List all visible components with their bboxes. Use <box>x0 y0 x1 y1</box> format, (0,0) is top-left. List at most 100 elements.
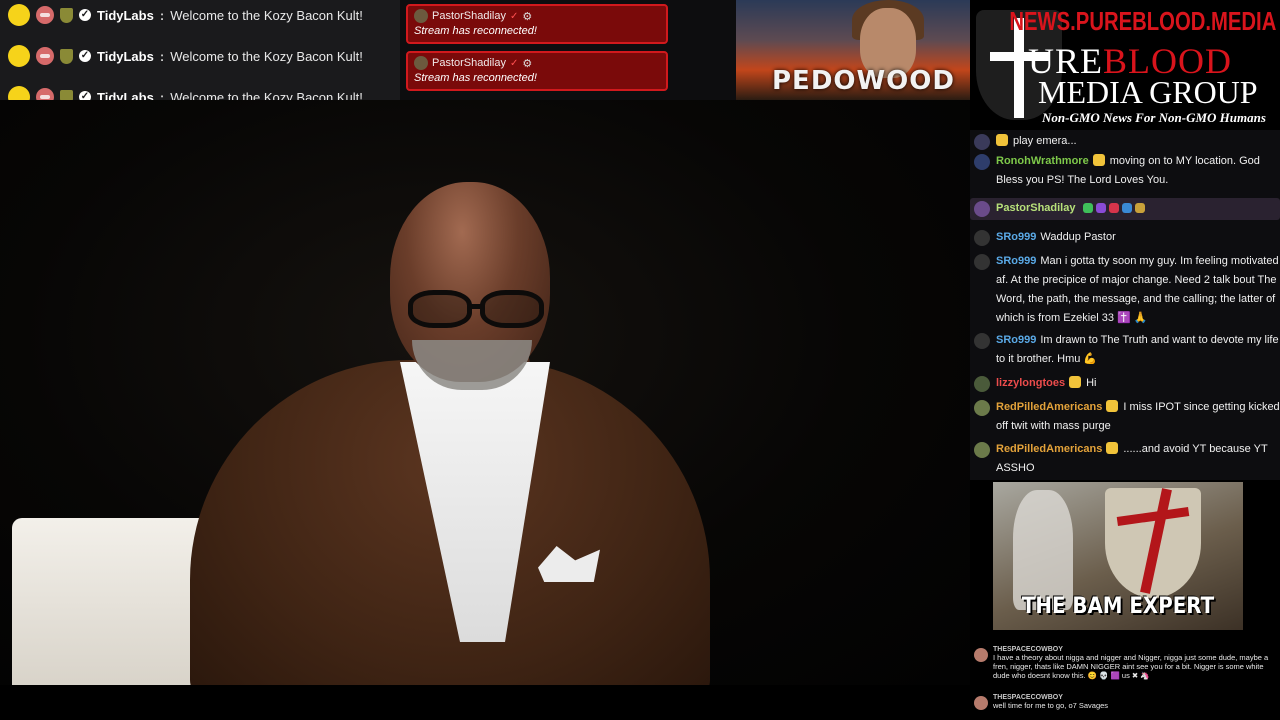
avatar <box>974 254 990 270</box>
chat-text: play emera... <box>1013 135 1077 147</box>
chat-text: Waddup Pastor <box>1040 231 1116 243</box>
reconnect-notice: PastorShadilay ✓ ⚙ Stream has reconnecte… <box>406 4 668 44</box>
glasses-lens <box>480 290 544 328</box>
avatar <box>974 648 988 662</box>
ticker-message: Welcome to the Kozy Bacon Kult! <box>170 89 363 101</box>
emoji-face-icon <box>8 86 30 100</box>
chat-text: Im drawn to The Truth and want to devote… <box>996 334 1279 365</box>
ticker-row: ✓ TidyLabs : Welcome to the Kozy Bacon K… <box>8 83 363 100</box>
logo-subtitle: MEDIA GROUP <box>1038 74 1258 110</box>
bottom-bar <box>0 685 970 720</box>
gear-icon: ⚙ <box>522 57 533 70</box>
verified-check-icon: ✓ <box>79 91 91 100</box>
avatar <box>974 400 990 416</box>
sub-badge-icon <box>996 134 1008 146</box>
notice-username: PastorShadilay <box>432 57 506 69</box>
chat-username[interactable]: SRo999 <box>996 334 1036 346</box>
crown-icon <box>1134 203 1145 213</box>
badge-icon <box>1121 203 1132 213</box>
chat-username[interactable]: SRo999 <box>996 255 1036 267</box>
chat-panel: play emera... RonohWrathmore moving on to… <box>970 130 1280 480</box>
avatar <box>974 376 990 392</box>
chat-message: RedPilledAmericans ......and avoid YT bec… <box>970 440 1280 478</box>
emoji-face-icon <box>8 4 30 26</box>
meme-image: THE BAM EXPERT <box>993 482 1243 630</box>
meme-caption: THE BAM EXPERT <box>1021 594 1215 619</box>
verified-badge: ✓ <box>510 57 519 69</box>
emoji-face-icon <box>8 45 30 67</box>
sub-badge-icon <box>1069 376 1082 388</box>
notice-username: PastorShadilay <box>432 10 506 22</box>
avatar <box>974 134 990 150</box>
shield-badge-icon <box>60 89 73 100</box>
chat-message: PastorShadilay <box>970 199 1280 218</box>
ticker-separator: : <box>159 89 165 101</box>
avatar <box>414 56 428 70</box>
ticker-username: TidyLabs <box>97 89 154 101</box>
chat-message: SRo999 Im drawn to The Truth and want to … <box>970 331 1280 369</box>
ticker-separator: : <box>159 7 165 23</box>
logo-url: NEWS.PUREBLOOD.MEDIA <box>1008 6 1276 36</box>
user-badges <box>1082 203 1145 213</box>
chat-message: RedPilledAmericans I miss IPOT since gett… <box>970 398 1280 436</box>
chat-message: SRo999 Man i gotta tty soon my guy. Im fe… <box>970 252 1280 328</box>
mini-chat: THESPACECOWBOY I have a theory about nig… <box>970 640 1280 720</box>
notice-message: Stream has reconnected! <box>414 25 537 37</box>
chat-username[interactable]: RedPilledAmericans <box>996 443 1102 455</box>
glasses-lens <box>408 290 472 328</box>
verified-badge: ✓ <box>510 10 519 22</box>
pureblood-logo: NEWS.PUREBLOOD.MEDIA UREBLOOD MEDIA GROU… <box>970 0 1280 130</box>
reconnect-notice: PastorShadilay ✓ ⚙ Stream has reconnecte… <box>406 51 668 91</box>
ticker-username: TidyLabs <box>97 7 154 23</box>
ticker-row: ✓ TidyLabs : Welcome to the Kozy Bacon K… <box>8 1 363 29</box>
logo-tagline: Non-GMO News For Non-GMO Humans <box>1042 110 1266 125</box>
verified-check-icon: ✓ <box>79 9 91 21</box>
chat-username[interactable]: SRo999 <box>996 231 1036 243</box>
ticker-row: ✓ TidyLabs : Welcome to the Kozy Bacon K… <box>8 42 363 70</box>
chat-username[interactable]: PastorShadilay <box>996 202 1075 214</box>
notice-message: Stream has reconnected! <box>414 72 537 84</box>
avatar <box>974 154 990 170</box>
avatar <box>974 201 990 217</box>
sub-badge-icon <box>1106 442 1119 454</box>
mouth-icon <box>36 6 54 24</box>
mini-chat-text: I have a theory about nigga and nigger a… <box>993 653 1269 680</box>
shield-badge-icon <box>60 48 73 64</box>
sub-badge-icon <box>1092 154 1105 166</box>
shield-badge-icon <box>60 7 73 23</box>
chat-text: Hi <box>1086 377 1097 389</box>
mini-chat-message: THESPACECOWBOY well time for me to go, o… <box>970 694 1280 710</box>
chat-username[interactable]: lizzylongtoes <box>996 377 1065 389</box>
ticker-separator: : <box>159 48 165 64</box>
glasses <box>398 290 548 330</box>
mini-chat-text: well time for me to go, o7 Savages <box>993 701 1109 710</box>
chat-username[interactable]: RedPilledAmericans <box>996 401 1102 413</box>
mini-chat-message: THESPACECOWBOY I have a theory about nig… <box>970 646 1280 680</box>
video-player[interactable] <box>0 100 970 685</box>
chat-message: SRo999 Waddup Pastor <box>970 228 1280 247</box>
verified-check-icon: ✓ <box>79 50 91 62</box>
sub-badge-icon <box>1106 400 1119 412</box>
badge-icon <box>1082 203 1093 213</box>
chat-message: play emera... <box>970 132 1280 151</box>
avatar <box>974 333 990 349</box>
mouth-icon <box>36 47 54 65</box>
chat-text: Man i gotta tty soon my guy. Im feeling … <box>996 255 1279 324</box>
chat-message: lizzylongtoes Hi <box>970 374 1280 393</box>
badge-icon <box>1108 203 1119 213</box>
badge-icon <box>1095 203 1106 213</box>
avatar <box>414 9 428 23</box>
ticker-message: Welcome to the Kozy Bacon Kult! <box>170 48 363 64</box>
gear-icon: ⚙ <box>522 10 533 23</box>
ticker-message: Welcome to the Kozy Bacon Kult! <box>170 7 363 23</box>
chat-message: RonohWrathmore moving on to MY location. … <box>970 152 1280 190</box>
mouth-icon <box>36 88 54 100</box>
avatar <box>974 696 988 710</box>
thumbnail-image: PEDOWOOD <box>736 0 970 100</box>
knight-figure <box>1013 490 1073 610</box>
chat-username[interactable]: RonohWrathmore <box>996 155 1089 167</box>
avatar <box>974 230 990 246</box>
thumbnail-caption: PEDOWOOD <box>772 66 955 96</box>
notice-strip: PastorShadilay ✓ ⚙ Stream has reconnecte… <box>400 0 736 100</box>
ticker-username: TidyLabs <box>97 48 154 64</box>
